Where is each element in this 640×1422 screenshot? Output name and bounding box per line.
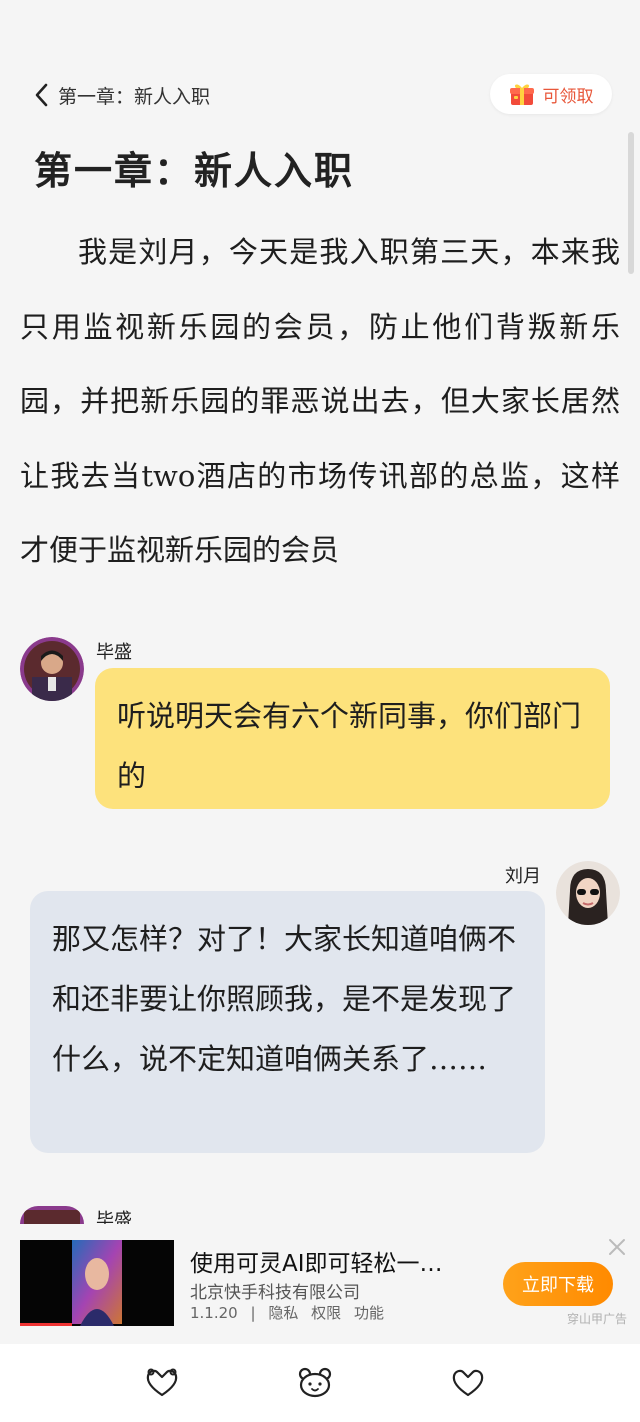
bottom-action-bar (0, 1344, 640, 1422)
download-button[interactable]: 立即下载 (503, 1262, 613, 1306)
speaker-name: 刘月 (505, 866, 541, 887)
ad-banner[interactable]: 使用可灵AI即可轻松一… 北京快手科技有限公司 1.1.20 | 隐私 权限 功… (0, 1224, 640, 1336)
breadcrumb: 第一章：新人入职 (58, 85, 211, 108)
close-icon[interactable] (606, 1236, 628, 1258)
gift-box-icon (509, 84, 534, 105)
heart-paws-icon[interactable] (144, 1366, 180, 1398)
chapter-title: 第一章：新人入职 (34, 149, 355, 193)
divider: | (250, 1304, 256, 1322)
ad-version: 1.1.20 (190, 1304, 238, 1322)
speaker-name: 毕盛 (96, 642, 132, 663)
message-bubble-right[interactable]: 那又怎样？对了！大家长知道咱俩不和还非要让你照顾我，是不是发现了什么，说不定知道… (30, 891, 545, 1153)
message-text: 那又怎样？对了！大家长知道咱俩不和还非要让你照顾我，是不是发现了什么，说不定知道… (52, 922, 517, 1076)
ad-link-privacy[interactable]: 隐私 (268, 1304, 298, 1322)
ad-link-permissions[interactable]: 权限 (311, 1304, 341, 1322)
avatar-liuyue[interactable] (556, 861, 620, 925)
bear-face-icon[interactable] (297, 1366, 333, 1398)
narration-paragraph: 我是刘月，今天是我入职第三天，本来我只用监视新乐园的会员，防止他们背叛新乐园，并… (20, 235, 620, 567)
ad-meta: 1.1.20 | 隐私 权限 功能 (190, 1302, 392, 1323)
avatar-bisheng[interactable] (20, 637, 84, 701)
back-button[interactable]: 第一章：新人入职 (32, 80, 210, 110)
speaker-name: 毕盛 (96, 1210, 132, 1224)
message-bubble-left[interactable]: 听说明天会有六个新同事，你们部门的 (95, 668, 610, 809)
ad-title[interactable]: 使用可灵AI即可轻松一… (190, 1244, 443, 1278)
heart-icon[interactable] (450, 1366, 486, 1398)
ad-company: 北京快手科技有限公司 (190, 1283, 360, 1303)
ad-thumbnail[interactable] (20, 1240, 174, 1326)
ad-source-tag: 穿山甲广告 (567, 1312, 628, 1326)
reward-button[interactable]: 可领取 (490, 74, 612, 114)
reward-label: 可领取 (542, 86, 594, 107)
chevron-left-icon (35, 83, 48, 107)
scrollbar[interactable] (628, 132, 634, 274)
avatar-bisheng[interactable] (20, 1206, 84, 1224)
message-text: 听说明天会有六个新同事，你们部门的 (117, 699, 582, 793)
ad-link-features[interactable]: 功能 (354, 1304, 384, 1322)
